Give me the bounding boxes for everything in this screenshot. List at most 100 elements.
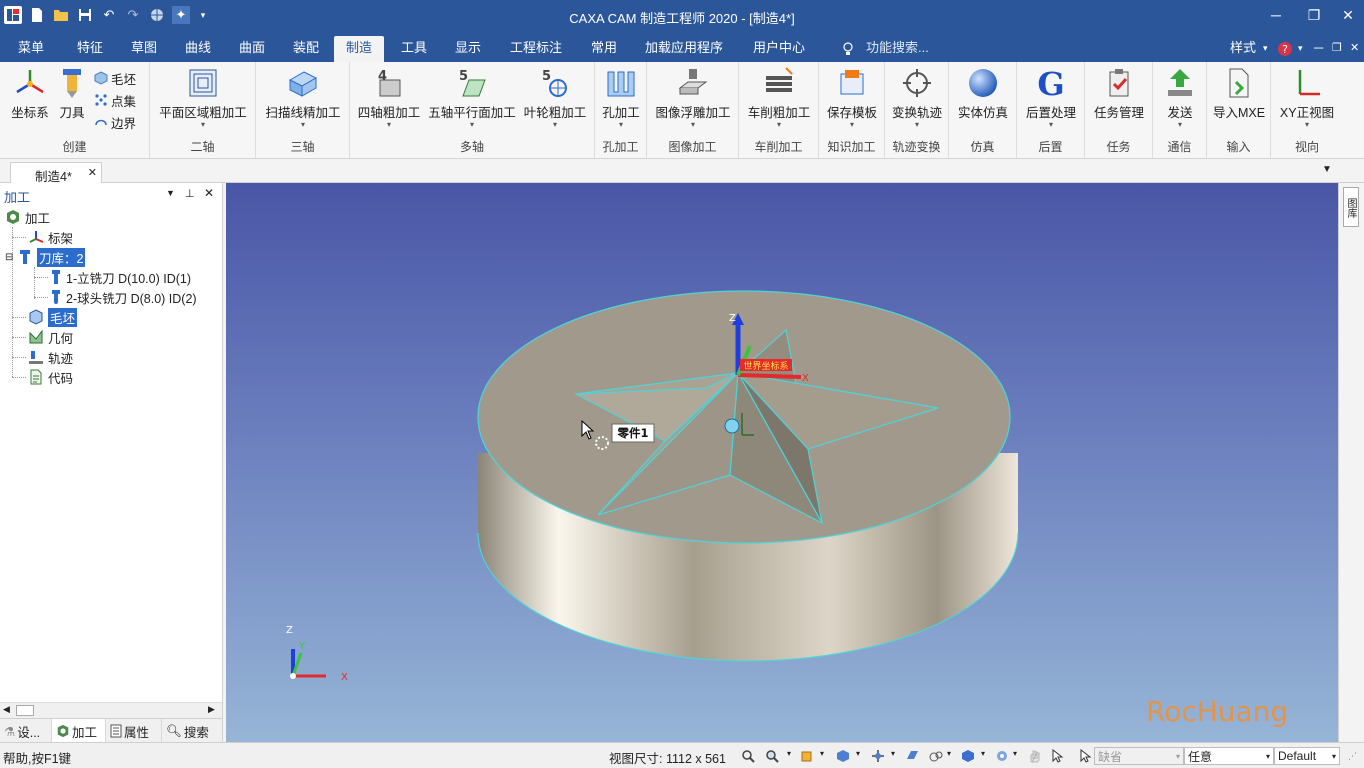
new-file-icon[interactable] bbox=[28, 6, 46, 24]
panel-pin-icon[interactable]: ⊥ bbox=[185, 187, 195, 200]
template-dropdown-icon[interactable]: ▾ bbox=[823, 121, 881, 129]
menu-addins[interactable]: 加载应用程序 bbox=[645, 37, 723, 62]
filter-field-1[interactable]: 缺省 ▾ bbox=[1094, 747, 1184, 765]
tree-item-path[interactable]: 轨迹 bbox=[28, 347, 73, 367]
xy-front-view-button[interactable]: XY正视图 ▾ bbox=[1275, 66, 1339, 129]
view-dropdown-icon[interactable]: ▾ bbox=[1275, 121, 1339, 129]
quick-access-dropdown-icon[interactable]: ▾ bbox=[194, 6, 212, 24]
style-dropdown-icon[interactable]: ▾ bbox=[1263, 37, 1268, 62]
close-button[interactable]: ✕ bbox=[1326, 0, 1364, 30]
filter-field-2[interactable]: 任意 ▾ bbox=[1184, 747, 1274, 765]
panel-dropdown-icon[interactable]: ▼ bbox=[166, 188, 175, 198]
3d-viewport[interactable]: 世界坐标系 Z X 零件1 Z Y X RocHuang bbox=[226, 183, 1338, 742]
send-button[interactable]: 发送 ▾ bbox=[1157, 66, 1203, 129]
scroll-right-icon[interactable]: ▶ bbox=[208, 704, 215, 715]
menu-assembly[interactable]: 装配 bbox=[293, 37, 319, 62]
view-cube-icon[interactable] bbox=[961, 749, 975, 763]
gallery-side-tab[interactable]: 图库 bbox=[1343, 187, 1359, 227]
doc-restore-button[interactable]: ❐ bbox=[1332, 37, 1342, 62]
impeller-rough-button[interactable]: 5 叶轮粗加工 ▾ bbox=[522, 66, 588, 129]
point-set-button[interactable]: 点集 bbox=[94, 90, 136, 110]
planar-dropdown-icon[interactable]: ▾ bbox=[156, 121, 250, 129]
coordinate-system-button[interactable]: 坐标系 bbox=[8, 66, 52, 121]
scroll-thumb[interactable] bbox=[16, 705, 34, 716]
tree-item-frame[interactable]: 标架 bbox=[28, 227, 73, 247]
style-menu[interactable]: 样式 bbox=[1230, 37, 1256, 62]
settings-gear-icon[interactable] bbox=[995, 749, 1009, 763]
document-tab-close-icon[interactable]: ✕ bbox=[88, 166, 97, 179]
tree-item-blank[interactable]: 毛坯 bbox=[28, 307, 78, 327]
doc-minimize-button[interactable]: ─ bbox=[1314, 37, 1323, 62]
render-style-icon[interactable] bbox=[929, 749, 943, 763]
menu-main[interactable]: 菜单 bbox=[18, 37, 44, 62]
snap-dropdown-icon[interactable]: ▾ bbox=[891, 749, 895, 758]
tab-search[interactable]: 🔍︎ 搜索 bbox=[162, 719, 220, 743]
feature-search-input[interactable]: 功能搜索... bbox=[866, 37, 929, 62]
menu-annotation[interactable]: 工程标注 bbox=[510, 37, 562, 62]
hole-dropdown-icon[interactable]: ▾ bbox=[599, 121, 643, 129]
panel-close-icon[interactable]: ✕ bbox=[204, 186, 214, 200]
task-management-button[interactable]: 任务管理 bbox=[1089, 66, 1149, 121]
filter-field-2-dropdown-icon[interactable]: ▾ bbox=[1266, 752, 1270, 761]
image-relief-button[interactable]: 图像浮雕加工 ▾ bbox=[651, 66, 735, 129]
four-axis-rough-button[interactable]: 4 四轴粗加工 ▾ bbox=[356, 66, 422, 129]
panel-horizontal-scrollbar[interactable]: ◀ ▶ bbox=[0, 702, 222, 718]
filter-field-3[interactable]: Default ▾ bbox=[1274, 747, 1340, 765]
display-dropdown-icon[interactable]: ▾ bbox=[856, 749, 860, 758]
scan-line-finish-button[interactable]: 扫描线精加工 ▾ bbox=[262, 66, 344, 129]
section-view-icon[interactable] bbox=[905, 749, 919, 763]
impeller-dropdown-icon[interactable]: ▾ bbox=[522, 121, 588, 129]
select-arrow-icon[interactable] bbox=[1050, 749, 1064, 763]
tool-button[interactable]: 刀具 bbox=[54, 66, 90, 121]
filter-field-3-dropdown-icon[interactable]: ▾ bbox=[1332, 752, 1336, 761]
menu-curve[interactable]: 曲线 bbox=[185, 37, 211, 62]
settings-dropdown-icon[interactable]: ▾ bbox=[1013, 749, 1017, 758]
turning-dropdown-icon[interactable]: ▾ bbox=[743, 121, 815, 129]
orbit-dropdown-icon[interactable]: ▾ bbox=[820, 749, 824, 758]
tab-list-dropdown-icon[interactable]: ▼ bbox=[1322, 164, 1332, 175]
four-axis-dropdown-icon[interactable]: ▾ bbox=[356, 121, 422, 129]
five-axis-dropdown-icon[interactable]: ▾ bbox=[426, 121, 518, 129]
document-tab[interactable]: 制造4* ✕ bbox=[10, 162, 102, 184]
zoom-window-icon[interactable] bbox=[765, 749, 779, 763]
view-cube-dropdown-icon[interactable]: ▾ bbox=[981, 749, 985, 758]
boundary-button[interactable]: 边界 bbox=[94, 112, 136, 132]
blank-button[interactable]: 毛坯 bbox=[94, 68, 136, 88]
tree-item-tool-2[interactable]: 2-球头铣刀 D(8.0) ID(2) bbox=[50, 287, 197, 307]
menu-feature[interactable]: 特征 bbox=[77, 37, 103, 62]
help-dropdown-icon[interactable]: ▾ bbox=[1298, 37, 1303, 62]
resize-grip-icon[interactable]: ⋰ bbox=[1348, 751, 1357, 762]
transform-path-button[interactable]: 变换轨迹 ▾ bbox=[889, 66, 945, 129]
solid-simulation-button[interactable]: 实体仿真 bbox=[953, 66, 1013, 121]
tree-item-tool-1[interactable]: 1-立铣刀 D(10.0) ID(1) bbox=[50, 267, 191, 287]
planar-rough-button[interactable]: 平面区域粗加工 ▾ bbox=[156, 66, 250, 129]
menu-tools[interactable]: 工具 bbox=[401, 37, 427, 62]
relief-dropdown-icon[interactable]: ▾ bbox=[651, 121, 735, 129]
zoom-dropdown-icon[interactable]: ▾ bbox=[787, 749, 791, 758]
post-dropdown-icon[interactable]: ▾ bbox=[1021, 121, 1081, 129]
scroll-left-icon[interactable]: ◀ bbox=[3, 704, 10, 715]
menu-display[interactable]: 显示 bbox=[455, 37, 481, 62]
globe-icon[interactable] bbox=[148, 6, 166, 24]
menu-common[interactable]: 常用 bbox=[591, 37, 617, 62]
hand-pan-icon[interactable] bbox=[1027, 749, 1041, 763]
orbit-icon[interactable] bbox=[800, 749, 814, 763]
help-icon[interactable]: ? bbox=[1277, 37, 1293, 62]
five-axis-parallel-button[interactable]: 5 五轴平行面加工 ▾ bbox=[426, 66, 518, 129]
tree-item-geometry[interactable]: 几何 bbox=[28, 327, 73, 347]
filter-field-1-dropdown-icon[interactable]: ▾ bbox=[1176, 752, 1180, 761]
menu-user-center[interactable]: 用户中心 bbox=[753, 37, 805, 62]
menu-surface[interactable]: 曲面 bbox=[239, 37, 265, 62]
collapse-icon[interactable]: ⊟ bbox=[5, 252, 13, 263]
save-icon[interactable] bbox=[76, 6, 94, 24]
save-template-button[interactable]: 保存模板 ▾ bbox=[823, 66, 881, 129]
tab-properties[interactable]: 属性 bbox=[106, 719, 162, 743]
doc-close-button[interactable]: ✕ bbox=[1350, 37, 1359, 62]
snap-icon[interactable] bbox=[871, 749, 885, 763]
send-dropdown-icon[interactable]: ▾ bbox=[1157, 121, 1203, 129]
menu-sketch[interactable]: 草图 bbox=[131, 37, 157, 62]
sparkle-icon[interactable]: ✦ bbox=[172, 6, 190, 24]
filter-arrow-icon[interactable] bbox=[1078, 749, 1092, 763]
tab-settings[interactable]: ⚗ 设... bbox=[0, 719, 52, 743]
turning-rough-button[interactable]: 车削粗加工 ▾ bbox=[743, 66, 815, 129]
